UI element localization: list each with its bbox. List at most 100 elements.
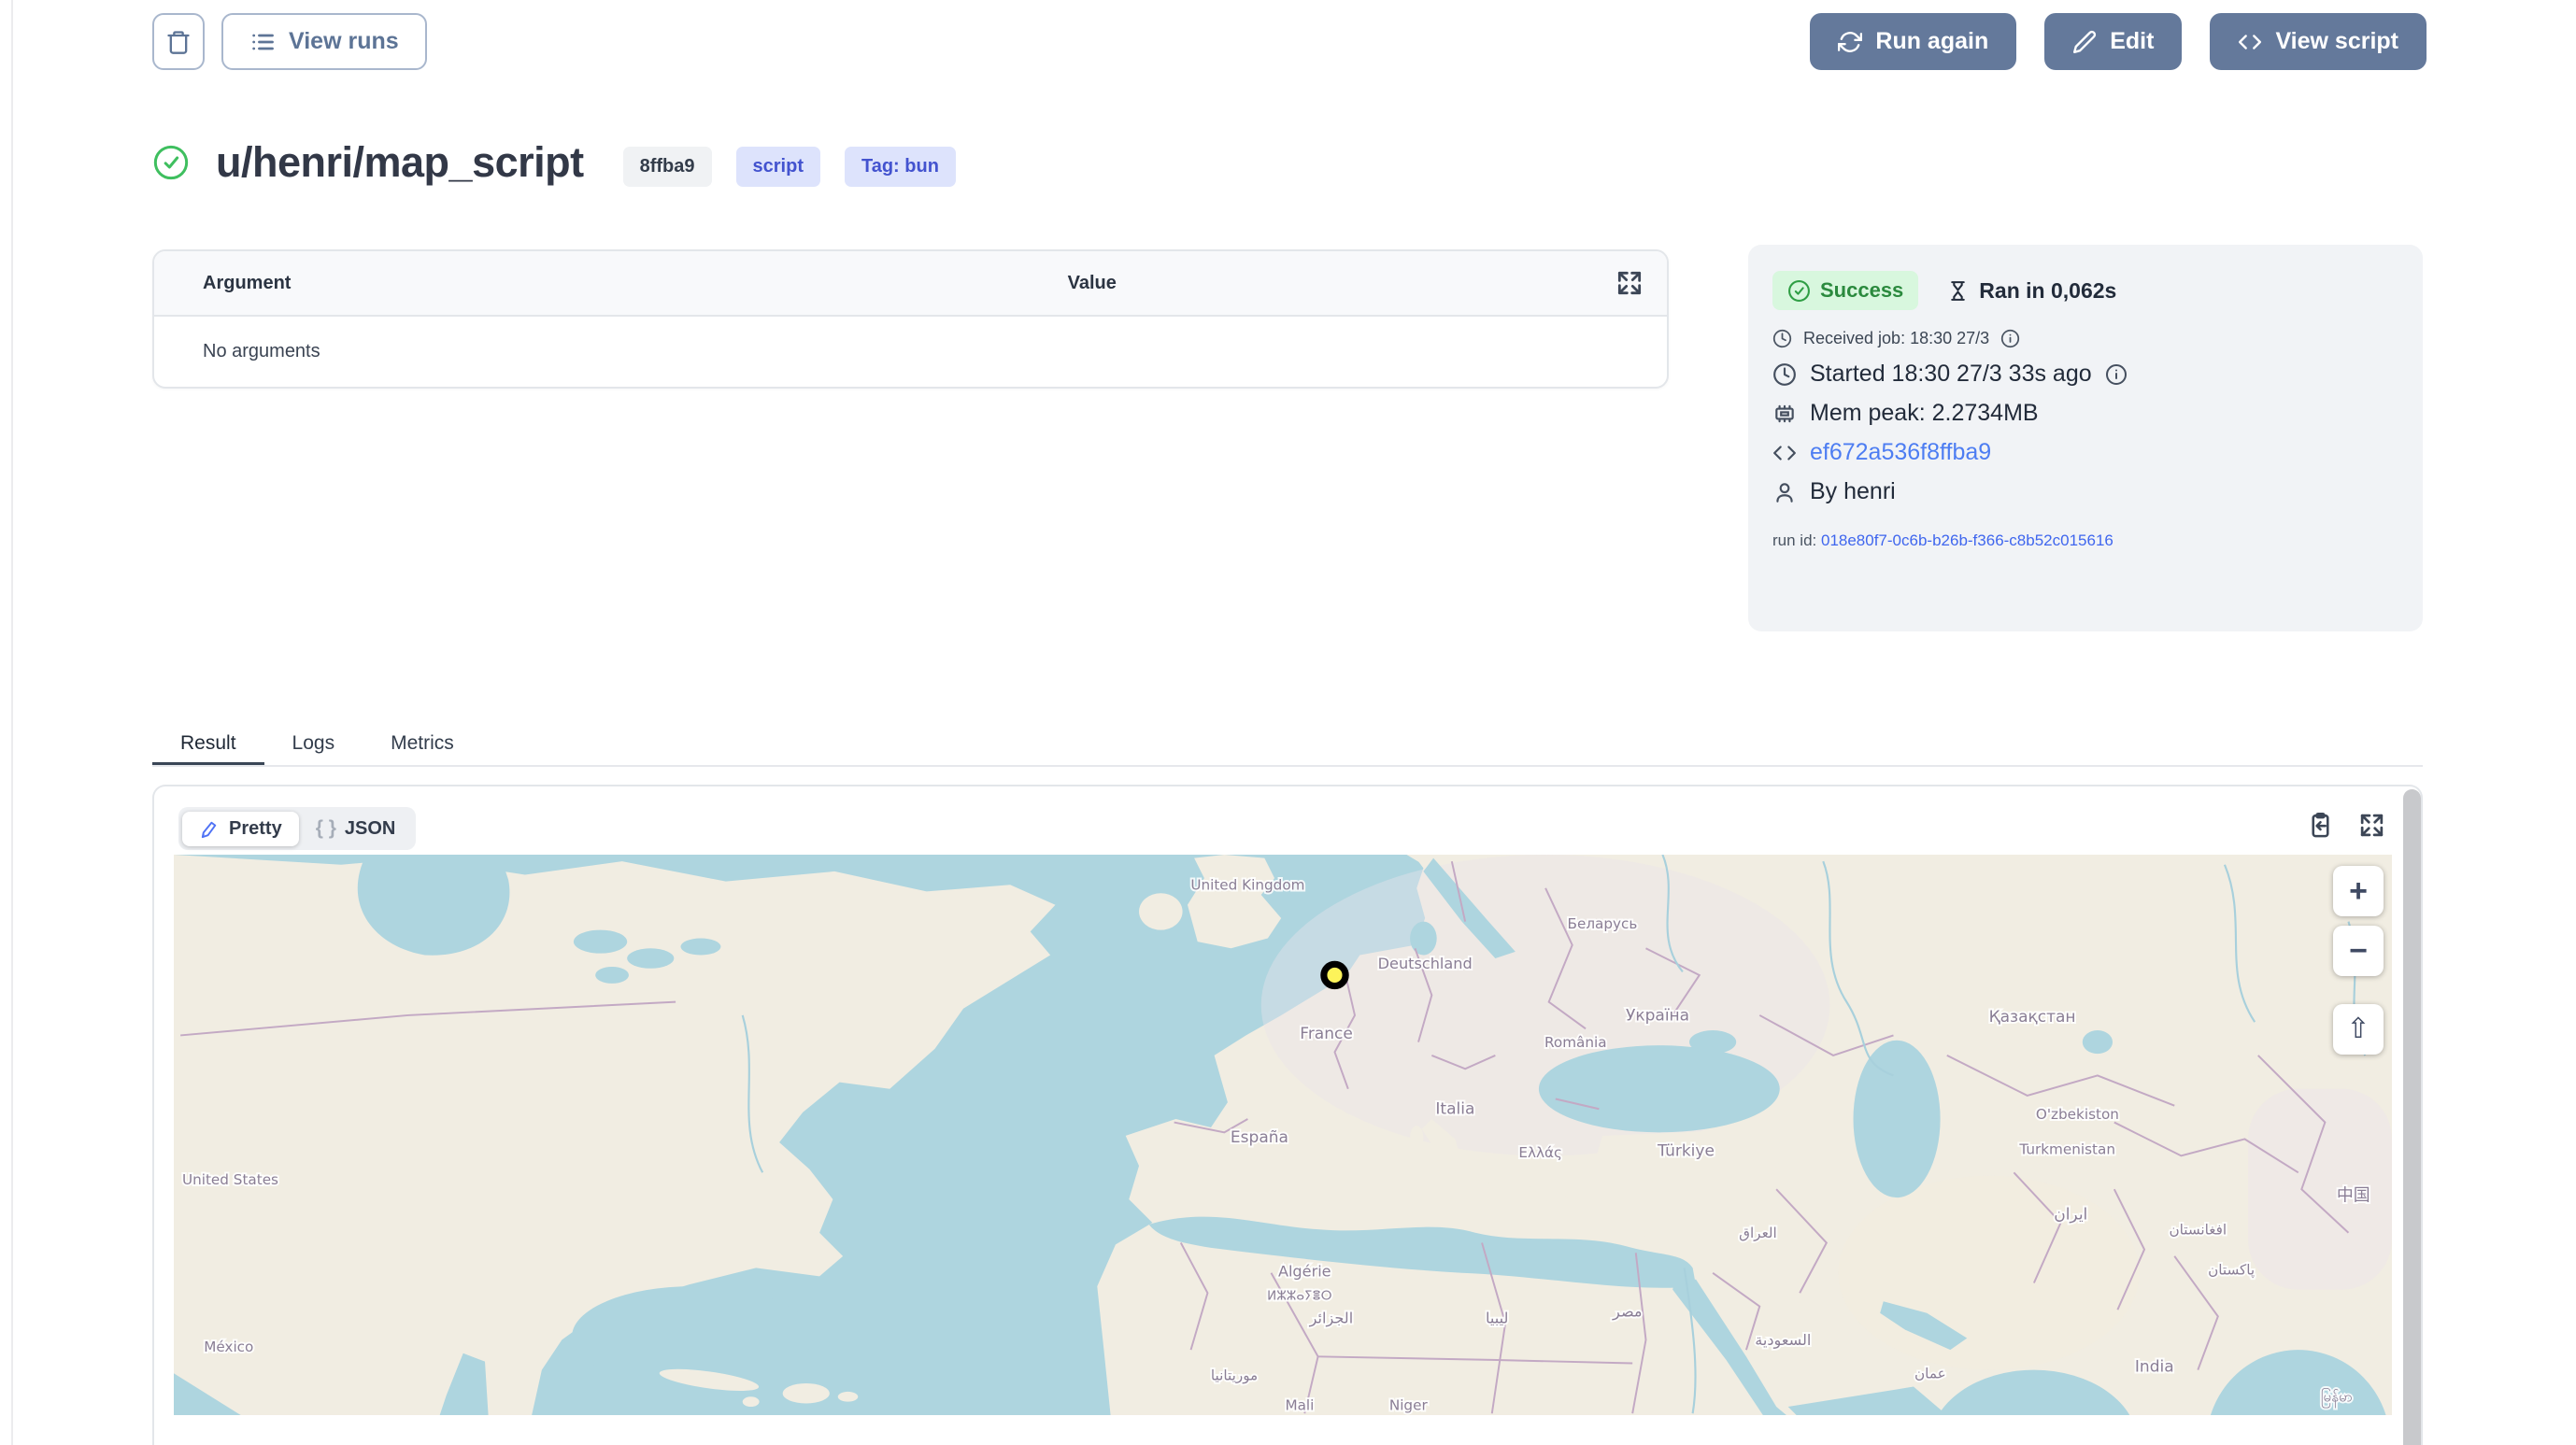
ran-in-label: Ran in 0,062s xyxy=(1979,278,2116,304)
map-label: Türkiye xyxy=(1657,1141,1715,1160)
expand-result-icon[interactable] xyxy=(2357,811,2386,840)
result-map[interactable]: United KingdomБеларусьУкраїнаFranceDeuts… xyxy=(174,855,2392,1415)
map-home-button[interactable]: ⇧ xyxy=(2333,1004,2384,1055)
tag-badge[interactable]: Tag: bun xyxy=(845,147,956,187)
script-badge[interactable]: script xyxy=(736,147,820,187)
run-again-button[interactable]: Run again xyxy=(1810,13,2016,70)
run-again-label: Run again xyxy=(1875,28,1988,55)
map-label: O'zbekiston xyxy=(2036,1106,2119,1123)
no-arguments-text: No arguments xyxy=(203,341,320,362)
started-label: Started 18:30 27/3 33s ago xyxy=(1810,361,2092,388)
map-label: Mali xyxy=(1285,1397,1314,1414)
hash-badge: 8ffba9 xyxy=(623,147,712,187)
run-id-label: run id: xyxy=(1772,531,1816,549)
map-svg: United KingdomБеларусьУкраїнаFranceDeuts… xyxy=(174,855,2392,1415)
clock-icon xyxy=(1772,362,1797,387)
result-scrollbar[interactable] xyxy=(2403,789,2421,1445)
map-zoom-in-button[interactable]: + xyxy=(2333,866,2384,916)
toolbar-right: Run again Edit View script xyxy=(1810,13,2427,70)
map-marker[interactable] xyxy=(1324,964,1345,985)
json-toggle[interactable]: { } JSON xyxy=(299,811,413,846)
map-label: မြန်မာ xyxy=(2321,1388,2353,1409)
pretty-toggle[interactable]: Pretty xyxy=(182,812,299,846)
view-script-label: View script xyxy=(2275,28,2398,55)
info-icon[interactable] xyxy=(2105,363,2128,386)
by-user-label: By henri xyxy=(1810,478,1896,505)
check-circle-icon xyxy=(1787,279,1811,303)
column-value: Value xyxy=(1068,273,1117,294)
memory-icon xyxy=(1772,402,1797,426)
map-label: موريتانيا xyxy=(1211,1367,1258,1383)
braces-icon: { } xyxy=(316,817,336,840)
json-label: JSON xyxy=(345,818,395,840)
copy-result-icon[interactable] xyxy=(2306,811,2335,840)
tab-metrics[interactable]: Metrics xyxy=(363,722,482,765)
received-job-line: Received job: 18:30 27/3 xyxy=(1772,329,2398,348)
map-label: France xyxy=(1300,1025,1353,1043)
script-hash-line: ef672a536f8ffba9 xyxy=(1772,439,2398,466)
map-label: Italia xyxy=(1435,1100,1474,1119)
toolbar-left: View runs xyxy=(152,13,427,70)
view-script-button[interactable]: View script xyxy=(2210,13,2427,70)
map-label: ایران xyxy=(2054,1205,2087,1224)
map-label: Niger xyxy=(1389,1397,1429,1414)
hourglass-icon xyxy=(1946,279,1970,303)
expand-table-icon[interactable] xyxy=(1615,268,1644,298)
map-label: 中国 xyxy=(2337,1186,2370,1206)
started-line: Started 18:30 27/3 33s ago xyxy=(1772,361,2398,388)
ran-in: Ran in 0,062s xyxy=(1946,278,2116,304)
sidebar-edge-line xyxy=(11,0,13,1445)
map-label: Turkmenistan xyxy=(2018,1141,2115,1158)
refresh-icon xyxy=(1838,30,1862,54)
edit-button[interactable]: Edit xyxy=(2044,13,2182,70)
map-label: Україна xyxy=(1626,1006,1689,1025)
column-argument: Argument xyxy=(203,273,291,294)
pretty-label: Pretty xyxy=(229,818,282,840)
list-icon xyxy=(249,29,276,55)
mem-peak-label: Mem peak: 2.2734MB xyxy=(1810,400,2039,427)
map-label: السعودية xyxy=(1755,1331,1811,1350)
map-label: United Kingdom xyxy=(1190,877,1304,894)
map-label: ⵍⵣⵣⴰⵢⴻⵔ xyxy=(1267,1289,1332,1303)
status-label: Success xyxy=(1820,278,1903,303)
tab-result[interactable]: Result xyxy=(152,722,264,765)
map-label: Қазақстан xyxy=(1989,1008,2076,1027)
map-label: España xyxy=(1231,1128,1288,1147)
arguments-table-header: Argument Value xyxy=(154,251,1667,317)
map-label: India xyxy=(2135,1357,2174,1376)
map-label: العراق xyxy=(1739,1225,1777,1241)
arguments-table: Argument Value No arguments xyxy=(152,249,1669,389)
map-label: پاکستان xyxy=(2208,1262,2255,1280)
job-run-page: View runs Run again Edit View script u/h xyxy=(0,0,2576,1445)
job-info-panel: Success Ran in 0,062s Received job: 18:3… xyxy=(1748,245,2423,631)
code-icon xyxy=(2238,30,2262,54)
map-label: Ελλάς xyxy=(1518,1144,1562,1161)
status-badge: Success xyxy=(1772,271,1918,310)
map-label: مصر xyxy=(1612,1302,1642,1321)
map-label: الجزائر xyxy=(1309,1309,1354,1327)
map-label: México xyxy=(204,1339,253,1355)
pencil-icon xyxy=(2072,30,2097,54)
success-check-icon xyxy=(152,144,190,181)
received-job-label: Received job: 18:30 27/3 xyxy=(1803,329,1989,348)
run-id-link[interactable]: 018e80f7-0c6b-b26b-f366-c8b52c015616 xyxy=(1821,531,2113,549)
code-icon xyxy=(1772,441,1797,465)
map-zoom-out-button[interactable]: − xyxy=(2333,926,2384,976)
map-label: Algérie xyxy=(1278,1262,1331,1280)
view-runs-button[interactable]: View runs xyxy=(221,13,427,70)
tab-logs[interactable]: Logs xyxy=(264,722,363,765)
delete-button[interactable] xyxy=(152,13,205,70)
result-card-icons xyxy=(2306,811,2386,840)
brush-icon xyxy=(199,818,221,840)
trash-icon xyxy=(165,29,192,55)
edit-label: Edit xyxy=(2110,28,2154,55)
page-title: u/henri/map_script xyxy=(216,138,584,187)
map-label: افغانستان xyxy=(2169,1222,2227,1239)
arguments-table-row: No arguments xyxy=(154,317,1667,387)
script-hash-link[interactable]: ef672a536f8ffba9 xyxy=(1810,439,1991,466)
person-icon xyxy=(1772,480,1797,504)
result-tabs: Result Logs Metrics xyxy=(152,722,2423,765)
info-icon[interactable] xyxy=(2000,329,2020,348)
map-label: România xyxy=(1544,1034,1607,1051)
map-label: Беларусь xyxy=(1568,915,1638,932)
